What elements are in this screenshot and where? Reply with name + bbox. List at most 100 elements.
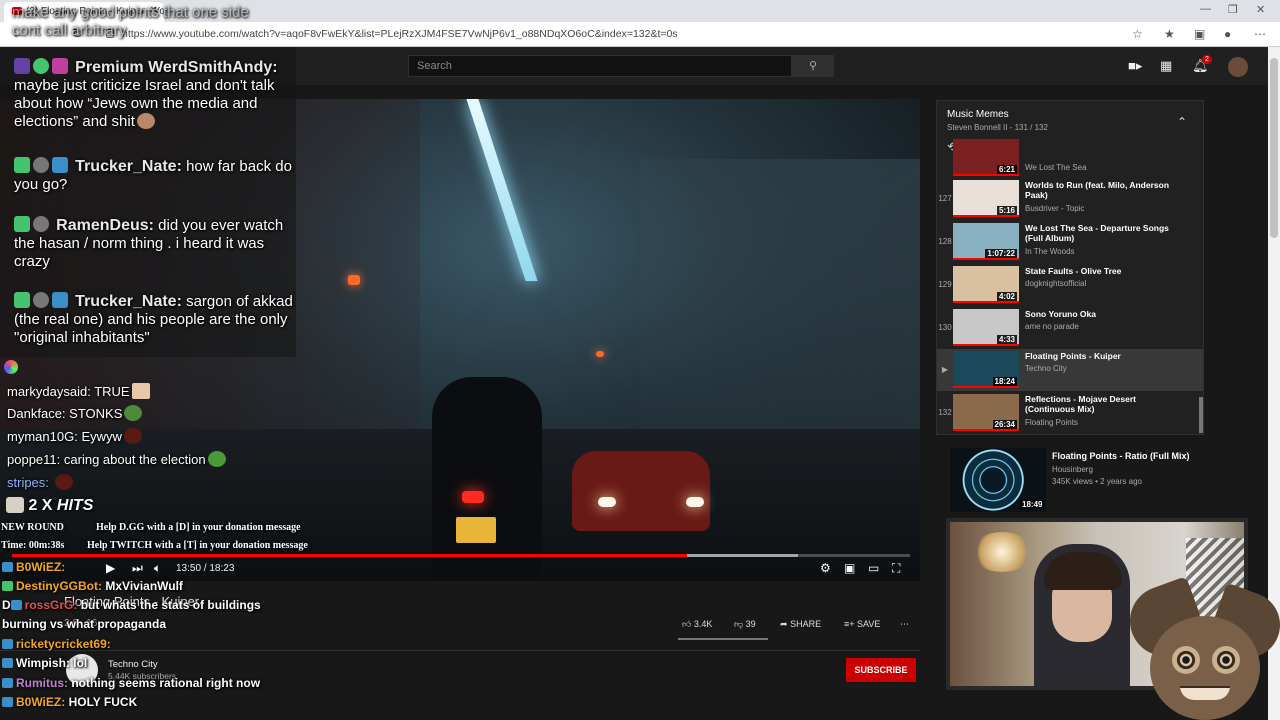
settings-gear-icon[interactable]: ⚙ [820, 561, 831, 575]
playlist-panel: Music Memes Steven Bonnell II - 131 / 13… [936, 100, 1204, 435]
more-actions-icon[interactable]: ⋯ [900, 619, 909, 630]
chat-username: Dankface: [7, 406, 66, 421]
theater-mode-icon[interactable]: ▭ [868, 561, 879, 575]
playlist-item-title[interactable]: Reflections - Mojave Desert (Continuous … [1025, 394, 1175, 414]
search-icon: ⚲ [808, 60, 818, 72]
playlist-item[interactable]: 128 1:07:22 We Lost The Sea - Departure So… [937, 221, 1203, 263]
platform-badge-icon [2, 639, 13, 649]
next-icon[interactable]: ⏭ [132, 561, 143, 576]
volume-icon[interactable]: 🔈︎ [154, 561, 161, 576]
playlist-item-index: 132 [938, 408, 952, 417]
video-frame-headlight [686, 497, 704, 507]
playlist-thumbnail[interactable]: 26:34 [953, 394, 1019, 431]
donation-chat-line: B0WiEZ: [2, 560, 65, 574]
apps-grid-icon[interactable]: ▦ [1160, 58, 1172, 74]
like-button[interactable]: 👍︎ 3.4K [682, 619, 712, 630]
chat-message-large: RamenDeus: did you ever watch the hasan … [14, 216, 304, 271]
user-badge-icon [33, 216, 49, 232]
playlist-thumbnail[interactable]: 18:24 [953, 351, 1019, 388]
maximize-icon[interactable]: ❐ [1228, 3, 1238, 16]
playlist-thumbnail[interactable]: 4:33 [953, 309, 1019, 346]
share-button[interactable]: ➦ SHARE [780, 619, 821, 630]
page-scrollbar-thumb[interactable] [1270, 58, 1278, 238]
collections-icon[interactable]: ▣ [1194, 27, 1205, 41]
playlist-item-channel: Techno City [1025, 364, 1067, 373]
watched-bar [953, 174, 1019, 176]
window-close-icon[interactable]: ✕ [1256, 3, 1265, 16]
playlist-item[interactable]: 6:21 We Lost The Sea [937, 139, 1203, 177]
playlist-item-duration: 4:02 [996, 292, 1017, 301]
playlist-item[interactable]: 132 26:34 Reflections - Mojave Desert (Con… [937, 392, 1203, 434]
playlist-thumbnail[interactable]: 1:07:22 [953, 223, 1019, 260]
recommended-title[interactable]: Floating Points - Ratio (Full Mix) [1052, 451, 1190, 461]
more-menu-icon[interactable]: ⋯ [1254, 27, 1266, 41]
chat-username: stripes: [7, 475, 49, 490]
chat-username: RamenDeus: [56, 217, 154, 234]
chat-username: rossGrG: [24, 598, 78, 612]
thumbs-up-icon: 👍︎ [682, 619, 692, 629]
subscribe-button[interactable]: SUBSCRIBE [846, 658, 916, 682]
profile-icon[interactable]: ● [1224, 27, 1231, 41]
search-input[interactable]: Search [408, 55, 792, 77]
chat-text: caring about the election [63, 452, 206, 467]
chat-message-small: myman10G: Eywyw [7, 428, 142, 444]
fullscreen-icon[interactable]: ⛶ [892, 561, 900, 576]
chat-text: nothing seems rational right now [71, 676, 261, 690]
playlist-item[interactable]: 130 4:33 Sono Yoruno Oka ame no parade [937, 307, 1203, 349]
chat-message-small: poppe11: caring about the election [7, 451, 226, 467]
playlist-item-title[interactable]: Worlds to Run (feat. Milo, Anderson Paak… [1025, 180, 1175, 200]
watched-bar [953, 429, 1019, 431]
round-timer: Time: 00m:38s [1, 540, 65, 551]
dislike-button[interactable]: 👎︎ 39 [734, 619, 756, 630]
playlist-thumbnail[interactable]: 5:16 [953, 180, 1019, 217]
playlist-item-channel: ame no parade [1025, 322, 1079, 331]
playlist-item-channel: Floating Points [1025, 418, 1078, 427]
collapse-chevron-icon[interactable]: ⌃ [1177, 115, 1187, 129]
chat-text: TRUE [94, 384, 130, 399]
search-button[interactable]: ⚲ [792, 55, 834, 77]
playlist-title[interactable]: Music Memes [947, 109, 1009, 120]
minimize-icon[interactable]: — [1200, 3, 1211, 15]
playlist-item[interactable]: 129 4:02 State Faults - Olive Tree dogknigh… [937, 264, 1203, 306]
moth-eye [1172, 646, 1200, 674]
bookmark-star-icon[interactable]: ☆ [1132, 27, 1143, 41]
playlist-item-title[interactable]: State Faults - Olive Tree [1025, 266, 1175, 276]
playlist-thumbnail[interactable]: 4:02 [953, 266, 1019, 303]
video-frame-plate [456, 517, 496, 543]
playlist-item-channel: We Lost The Sea [1025, 163, 1087, 172]
playlist-item[interactable]: ▶ 18:24 Floating Points - Kuiper Techno Cit… [937, 349, 1203, 391]
donation-chat-line: Wimpish: lol [2, 656, 87, 670]
playlist-item-index: 127 [938, 194, 952, 203]
play-icon[interactable]: ▶ [106, 561, 115, 575]
playlist-item[interactable]: 127 5:16 Worlds to Run (feat. Milo, Anders… [937, 178, 1203, 220]
create-video-icon[interactable]: ■▸ [1128, 58, 1142, 74]
channel-name[interactable]: Techno City [108, 659, 158, 670]
playlist-item-title[interactable]: We Lost The Sea - Departure Songs (Full … [1025, 223, 1175, 243]
playlist-item-title[interactable]: Floating Points - Kuiper [1025, 351, 1175, 361]
playlist-item-channel: dogknightsofficial [1025, 279, 1087, 288]
url-field[interactable]: https://www.youtube.com/watch?v=aqoF8vFw… [104, 25, 1124, 44]
save-button[interactable]: ≡+ SAVE [844, 619, 880, 629]
account-avatar[interactable] [1228, 57, 1248, 77]
playlist-thumbnail[interactable]: 6:21 [953, 139, 1019, 176]
playlist-item-duration: 5:16 [996, 206, 1017, 215]
chat-text: lol [73, 656, 88, 670]
playlist-item-index: 129 [938, 280, 952, 289]
chat-username: myman10G: [7, 429, 78, 444]
video-frame-car [572, 451, 710, 531]
favorites-icon[interactable]: ★ [1164, 27, 1175, 41]
playlist-item-duration: 26:34 [992, 420, 1017, 429]
playlist-item-title[interactable]: Sono Yoruno Oka [1025, 309, 1175, 319]
progress-played[interactable] [12, 554, 687, 557]
share-arrow-icon: ➦ [780, 619, 788, 629]
chat-text: HOLY FUCK [68, 695, 138, 709]
chat-message-small: stripes: [7, 474, 73, 490]
playlist-scrollbar[interactable] [1199, 397, 1203, 433]
like-count: 3.4K [693, 619, 713, 629]
playlist-item-index: 130 [938, 323, 952, 332]
k-badge-icon [14, 157, 30, 173]
miniplayer-icon[interactable]: ▣ [844, 561, 855, 575]
video-frame-taillight [462, 491, 484, 503]
recommended-video[interactable]: 18:49 Floating Points - Ratio (Full Mix)… [950, 448, 1260, 512]
chat-username: Wimpish: [16, 656, 70, 670]
